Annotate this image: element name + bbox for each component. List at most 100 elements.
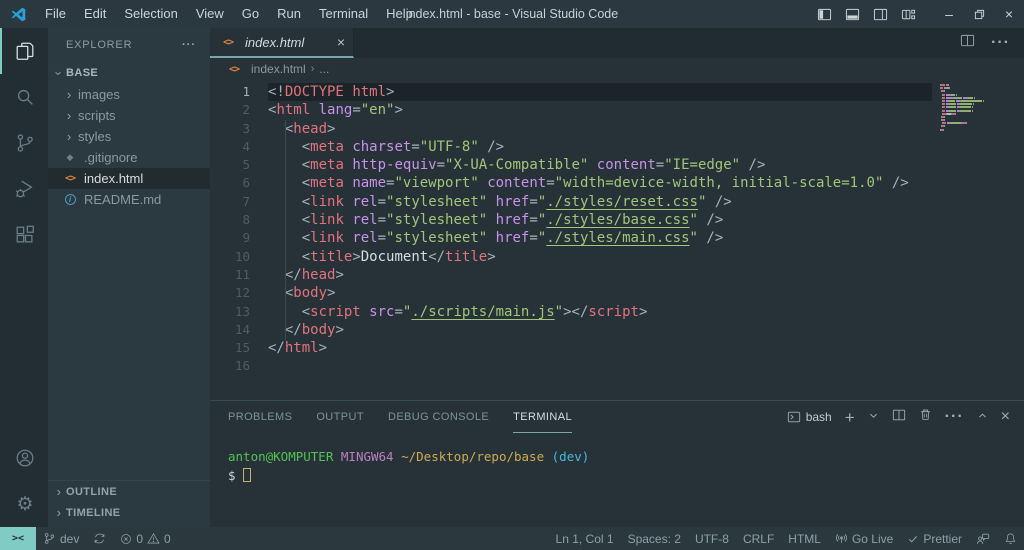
maximize-panel-icon[interactable] <box>977 408 988 426</box>
tree-item-index-html[interactable]: <> index.html <box>48 168 210 189</box>
toggle-secondary-sidebar-icon[interactable] <box>873 7 888 22</box>
editor-more-actions-icon[interactable]: ··· <box>991 34 1010 52</box>
minimap-line <box>940 103 1014 106</box>
chevron-down-icon: › <box>51 70 67 76</box>
git-branch-item[interactable]: dev <box>36 527 86 550</box>
activity-bar: ⚙ <box>0 28 48 527</box>
restore-button[interactable] <box>964 0 994 28</box>
extensions-icon[interactable] <box>0 212 48 258</box>
close-tab-icon[interactable]: × <box>337 34 345 50</box>
tree-item-styles[interactable]: › styles <box>48 126 210 147</box>
error-count: 0 <box>136 531 144 546</box>
minimap-line <box>940 93 1014 96</box>
section-timeline[interactable]: › TIMELINE <box>48 502 210 523</box>
status-encoding[interactable]: UTF-8 <box>688 527 736 550</box>
folder-section-base[interactable]: › BASE <box>48 62 210 84</box>
code-line-14: 14 </body> <box>210 321 932 339</box>
tree-item-images[interactable]: › images <box>48 84 210 105</box>
panel-tab-problems[interactable]: PROBLEMS <box>228 401 292 433</box>
tab-index-html[interactable]: <> index.html × <box>210 28 354 58</box>
minimize-button[interactable]: – <box>934 0 964 28</box>
panel-tab-debug-console[interactable]: DEBUG CONSOLE <box>388 401 489 433</box>
terminal-line-2: $ <box>228 466 1024 485</box>
status-label: CRLF <box>742 531 775 546</box>
status-eol[interactable]: CRLF <box>736 527 781 550</box>
settings-gear-icon[interactable]: ⚙ <box>0 481 48 527</box>
tree-item-README-md[interactable]: i README.md <box>48 189 210 210</box>
panel-tab-terminal[interactable]: TERMINAL <box>513 401 572 433</box>
menu-run[interactable]: Run <box>268 0 310 28</box>
code-line-8: 8 <link rel="stylesheet" href="./styles/… <box>210 211 932 229</box>
breadcrumb-more[interactable]: ... <box>319 62 329 76</box>
menu-help[interactable]: Help <box>377 0 422 28</box>
code-text: <!DOCTYPE html> <box>268 83 932 102</box>
kill-terminal-trash-icon[interactable] <box>919 408 932 426</box>
source-control-icon[interactable] <box>0 120 48 166</box>
minimap[interactable] <box>940 84 1014 135</box>
tree-item-scripts[interactable]: › scripts <box>48 105 210 126</box>
code-line-2: 2 <html lang="en"> <box>210 101 932 119</box>
menu-go[interactable]: Go <box>233 0 268 28</box>
close-window-button[interactable]: × <box>994 0 1024 28</box>
minimap-line <box>940 109 1014 112</box>
line-number: 7 <box>242 193 250 209</box>
section-label: TIMELINE <box>66 506 121 519</box>
terminal-dropdown-icon[interactable] <box>868 408 879 426</box>
problems-item[interactable]: 0 0 <box>113 527 177 550</box>
explorer-more-actions-icon[interactable]: ··· <box>182 39 196 51</box>
code-editor[interactable]: 1 <!DOCTYPE html> 2 <html lang="en"> 3 <head… <box>210 80 1024 400</box>
editor-group: <> index.html × ··· <> index.html › ... … <box>210 28 1024 527</box>
status-notifications[interactable] <box>997 527 1024 550</box>
remote-indicator[interactable]: >< <box>0 527 36 550</box>
status-label: Prettier <box>923 531 962 546</box>
menu-edit[interactable]: Edit <box>75 0 115 28</box>
chevron-right-icon: › <box>56 484 62 499</box>
split-editor-icon[interactable] <box>960 33 975 53</box>
status-cursor-position[interactable]: Ln 1, Col 1 <box>549 527 621 550</box>
search-icon[interactable] <box>0 74 48 120</box>
menu-selection[interactable]: Selection <box>115 0 186 28</box>
panel-tab-output[interactable]: OUTPUT <box>316 401 364 433</box>
run-and-debug-icon[interactable] <box>0 166 48 212</box>
line-number: 1 <box>242 84 250 99</box>
status-feedback[interactable] <box>969 527 997 550</box>
terminal-shell-chip[interactable]: bash <box>787 410 832 424</box>
status-go-live[interactable]: Go Live <box>828 527 900 550</box>
breadcrumb-file[interactable]: index.html <box>251 62 306 76</box>
toggle-panel-icon[interactable] <box>845 7 860 22</box>
menu-file[interactable]: File <box>36 0 75 28</box>
line-number: 14 <box>234 321 250 337</box>
sidebar-bottom-sections: › OUTLINE › TIMELINE <box>48 480 210 527</box>
toggle-sidebar-icon[interactable] <box>817 7 832 22</box>
status-prettier[interactable]: Prettier <box>900 527 969 550</box>
code-text: <head> <box>284 120 336 137</box>
status-indentation[interactable]: Spaces: 2 <box>621 527 688 550</box>
menu-view[interactable]: View <box>187 0 233 28</box>
line-number: 4 <box>242 138 250 154</box>
warnings-icon <box>147 532 160 545</box>
customize-layout-icon[interactable] <box>901 7 916 22</box>
new-terminal-icon[interactable]: + <box>845 409 855 426</box>
code-line-4: 4 <meta charset="UTF-8" /> <box>210 138 932 156</box>
line-number: 5 <box>242 157 250 173</box>
status-label: UTF-8 <box>694 531 729 546</box>
minimap-line <box>940 87 1014 90</box>
html-file-icon: <> <box>64 173 76 184</box>
breadcrumb[interactable]: <> index.html › ... <box>210 58 1024 80</box>
split-terminal-icon[interactable] <box>892 408 906 427</box>
sync-changes-item[interactable] <box>86 527 113 550</box>
menu-terminal[interactable]: Terminal <box>310 0 377 28</box>
status-language-mode[interactable]: HTML <box>781 527 828 550</box>
root-folder-label: BASE <box>66 67 99 79</box>
terminal-line-1: anton@KOMPUTER MINGW64 ~/Desktop/repo/ba… <box>228 449 590 464</box>
section-outline[interactable]: › OUTLINE <box>48 481 210 502</box>
code-text: <title>Document</title> <box>301 248 496 265</box>
explorer-icon[interactable] <box>0 28 48 74</box>
panel-more-actions-icon[interactable]: ··· <box>945 408 964 426</box>
code-text: <link rel="stylesheet" href="./styles/re… <box>301 193 732 210</box>
close-panel-icon[interactable]: × <box>1001 408 1010 426</box>
accounts-icon[interactable] <box>0 435 48 481</box>
tree-item-gitignore[interactable]: ◆ .gitignore <box>48 147 210 168</box>
terminal-content[interactable]: anton@KOMPUTER MINGW64 ~/Desktop/repo/ba… <box>210 433 1024 485</box>
feedback-icon <box>976 532 990 546</box>
